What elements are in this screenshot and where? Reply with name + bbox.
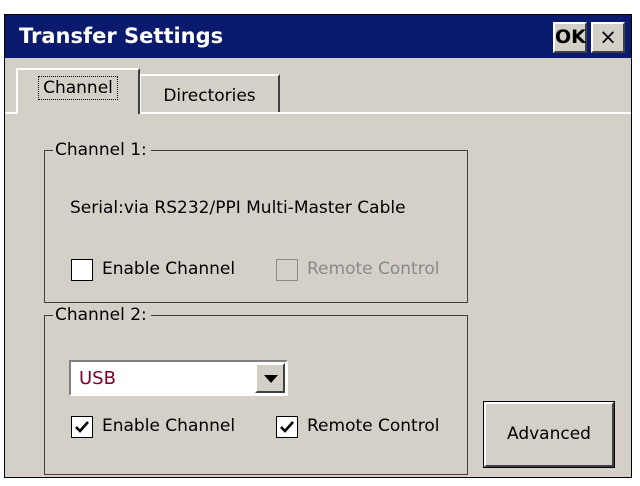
channel-2-enable-checkbox[interactable] xyxy=(71,416,93,438)
channel-2-remote-label: Remote Control xyxy=(307,416,440,436)
channel-2-remote-checkbox[interactable] xyxy=(276,416,298,438)
title-bar: Transfer Settings OK × xyxy=(5,15,631,58)
channel-2-select-value: USB xyxy=(79,368,116,389)
window-title: Transfer Settings xyxy=(19,24,224,48)
close-button[interactable]: × xyxy=(591,22,625,53)
channel-1-enable-label: Enable Channel xyxy=(102,259,236,279)
channel-1-connection-text: Serial:via RS232/PPI Multi-Master Cable xyxy=(70,198,406,218)
channel-2-group: Channel 2: USB Enable Channel Remote Con… xyxy=(44,305,468,475)
channel-1-remote-checkbox[interactable] xyxy=(276,259,298,281)
channel-2-legend: Channel 2: xyxy=(53,305,151,325)
advanced-button[interactable]: Advanced xyxy=(483,401,615,468)
channel-1-enable-checkbox[interactable] xyxy=(71,259,93,281)
channel-1-legend: Channel 1: xyxy=(53,140,151,160)
tab-directories[interactable]: Directories xyxy=(139,74,280,114)
tab-channel[interactable]: Channel xyxy=(16,68,140,114)
chevron-down-icon xyxy=(264,375,278,383)
dropdown-button[interactable] xyxy=(255,363,285,393)
checkmark-icon xyxy=(75,421,89,433)
transfer-settings-dialog: Transfer Settings OK × Channel Directori… xyxy=(4,14,632,478)
channel-2-connection-select[interactable]: USB xyxy=(69,360,288,396)
checkmark-icon xyxy=(280,421,294,433)
tab-channel-label: Channel xyxy=(38,76,118,100)
ok-button[interactable]: OK xyxy=(553,22,587,53)
channel-2-enable-label: Enable Channel xyxy=(102,416,236,436)
tab-directories-label: Directories xyxy=(163,86,256,106)
channel-1-remote-label: Remote Control xyxy=(307,259,440,279)
channel-1-group: Channel 1: Serial:via RS232/PPI Multi-Ma… xyxy=(44,140,468,303)
